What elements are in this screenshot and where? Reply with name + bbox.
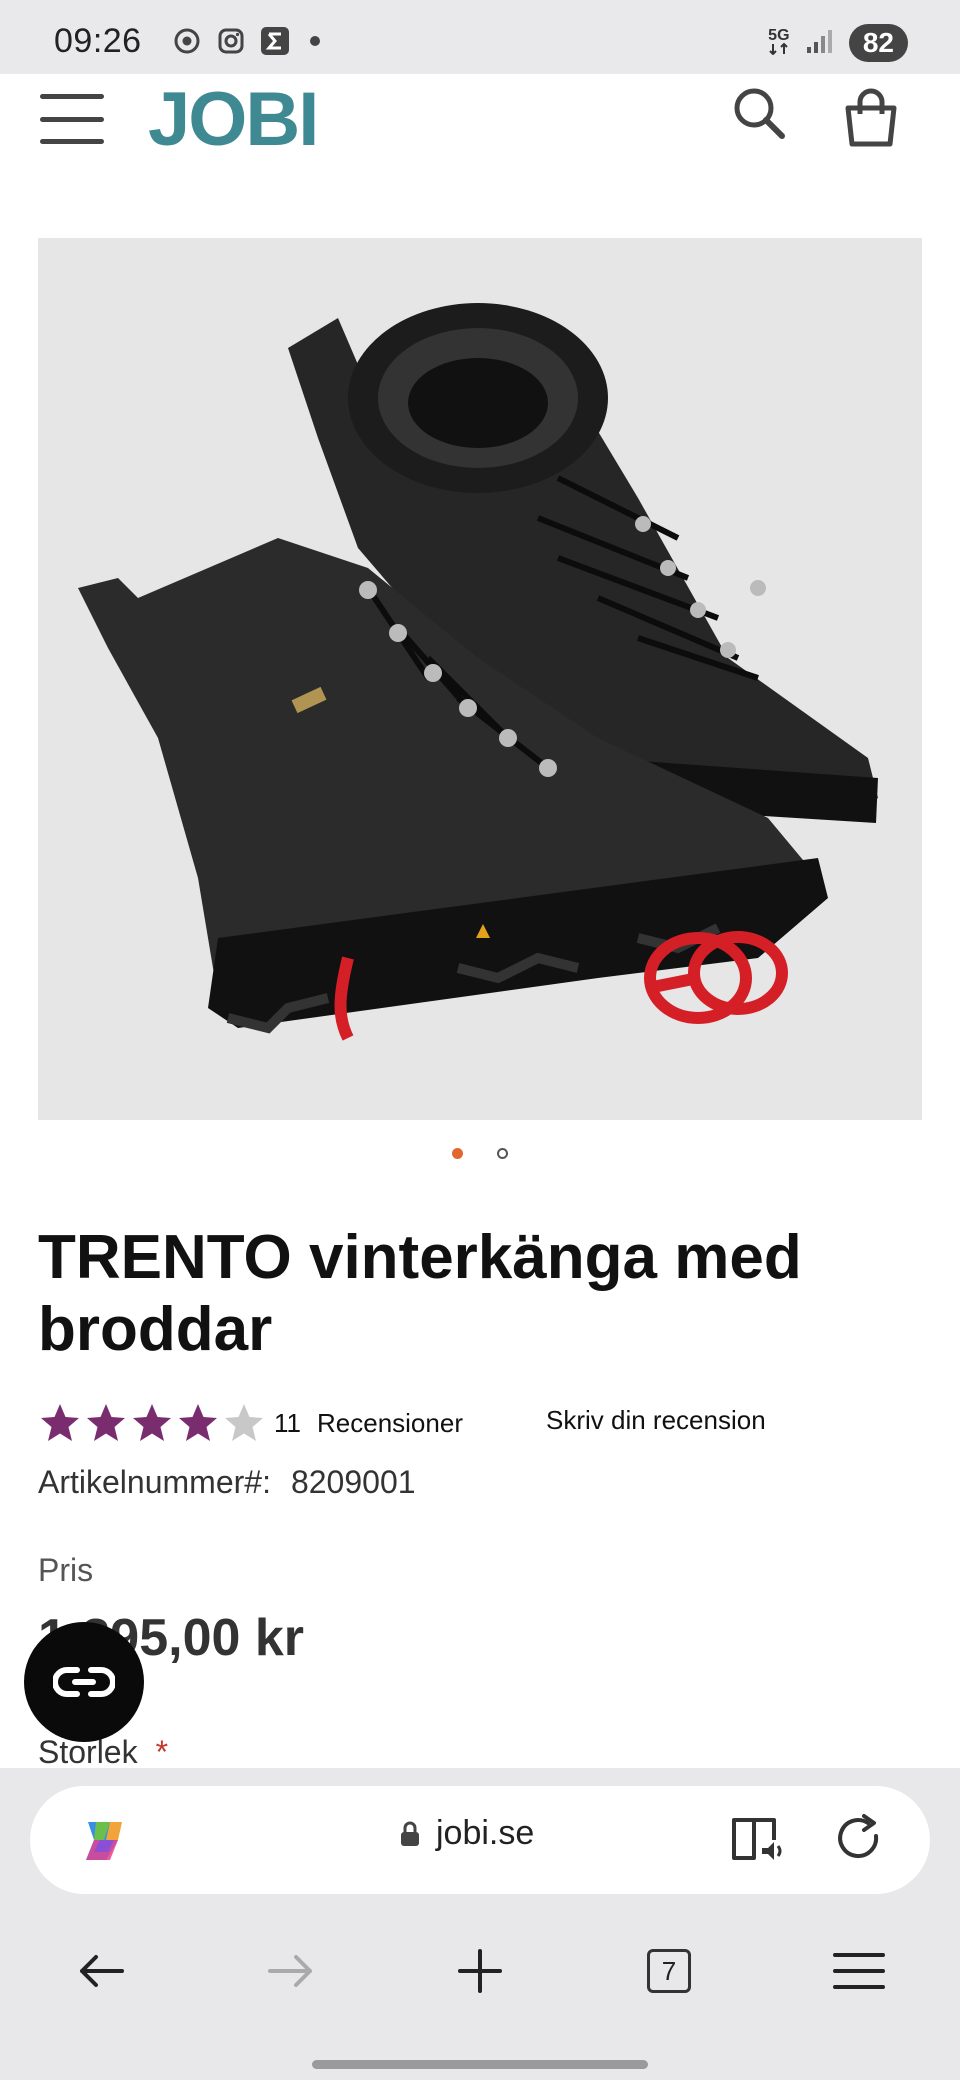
signal-icon bbox=[805, 27, 835, 60]
shopping-bag-icon[interactable] bbox=[838, 84, 904, 150]
lock-icon bbox=[401, 1821, 419, 1846]
copilot-floating-button[interactable] bbox=[24, 1622, 144, 1742]
site-logo[interactable]: JOBI bbox=[148, 76, 319, 163]
menu-icon[interactable] bbox=[824, 1936, 894, 2006]
status-time: 09:26 bbox=[54, 22, 142, 60]
reload-icon[interactable] bbox=[830, 1810, 888, 1868]
rating-stars bbox=[38, 1401, 266, 1445]
system-icons: 5G 82 bbox=[767, 24, 908, 62]
carousel-dot-2[interactable] bbox=[497, 1148, 508, 1159]
star-icon bbox=[225, 1404, 263, 1441]
product-title: TRENTO vinterkänga med broddar bbox=[38, 1223, 802, 1364]
network-5g-icon: 5G bbox=[767, 28, 791, 58]
sku-label: Artikelnummer#: bbox=[38, 1464, 271, 1500]
status-bar: 09:26 5G 82 bbox=[0, 0, 960, 74]
browser-nav-row: 7 bbox=[0, 1936, 960, 2036]
network-label: 5G bbox=[768, 27, 790, 44]
instagram-icon bbox=[216, 26, 246, 56]
sigma-app-icon bbox=[260, 26, 290, 56]
reviews-link[interactable]: Recensioner bbox=[317, 1408, 463, 1439]
sku-value: 8209001 bbox=[290, 1464, 416, 1500]
size-label: Storlek * bbox=[38, 1734, 168, 1771]
address-bar[interactable]: jobi.se bbox=[30, 1786, 930, 1894]
image-carousel-dots bbox=[0, 1148, 960, 1159]
site-header: JOBI bbox=[0, 74, 960, 234]
reader-mode-icon[interactable] bbox=[728, 1810, 786, 1868]
copilot-glasses-icon bbox=[53, 1667, 115, 1697]
star-icon bbox=[179, 1404, 217, 1441]
required-marker: * bbox=[155, 1734, 169, 1770]
hamburger-icon[interactable] bbox=[40, 94, 104, 144]
more-notifications-dot bbox=[310, 36, 320, 46]
battery-indicator: 82 bbox=[848, 24, 908, 62]
browser-toolbar: jobi.se 7 bbox=[0, 1768, 960, 2080]
rating-row: 11 Recensioner bbox=[38, 1400, 463, 1446]
forward-arrow-icon[interactable] bbox=[256, 1936, 326, 2006]
tab-count: 7 bbox=[647, 1949, 691, 1993]
star-icon bbox=[87, 1404, 125, 1441]
write-review-link[interactable]: Skriv din recension bbox=[546, 1405, 766, 1436]
copilot-icon[interactable] bbox=[74, 1812, 132, 1870]
url-text: jobi.se bbox=[436, 1814, 535, 1852]
star-icon bbox=[41, 1404, 79, 1441]
tabs-icon[interactable]: 7 bbox=[634, 1936, 704, 2006]
notification-icons bbox=[172, 26, 320, 56]
url-display[interactable]: jobi.se bbox=[400, 1814, 534, 1853]
product-image[interactable] bbox=[38, 238, 922, 1120]
home-indicator bbox=[312, 2060, 648, 2069]
boots-illustration bbox=[78, 303, 878, 1041]
sku-row: Artikelnummer#: 8209001 bbox=[38, 1464, 416, 1501]
star-icon bbox=[133, 1404, 171, 1441]
back-arrow-icon[interactable] bbox=[66, 1936, 136, 2006]
search-icon[interactable] bbox=[728, 82, 792, 146]
review-count: 11 bbox=[274, 1407, 301, 1438]
carousel-dot-1[interactable] bbox=[452, 1148, 463, 1159]
price-label: Pris bbox=[38, 1552, 94, 1588]
chrome-icon bbox=[172, 26, 202, 56]
plus-icon[interactable] bbox=[445, 1936, 515, 2006]
